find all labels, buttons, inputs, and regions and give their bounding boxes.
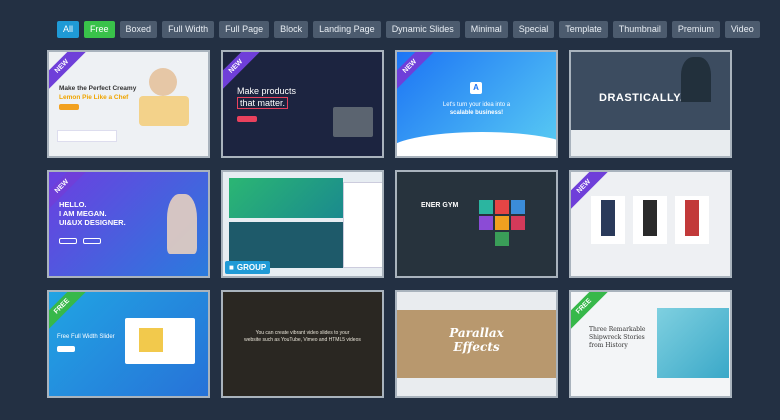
free-ribbon: FREE	[49, 292, 90, 335]
shipwreck-photo	[657, 308, 729, 378]
filter-boxed[interactable]: Boxed	[119, 21, 158, 38]
hero-preview	[229, 178, 343, 218]
card-heading: Parallax	[449, 326, 504, 340]
card-heading: Make the Perfect Creamy	[59, 85, 137, 92]
template-thumbnail: ■ GROUP	[223, 172, 382, 276]
card-heading: HELLO.	[59, 200, 87, 209]
filter-template[interactable]: Template	[559, 21, 608, 38]
template-card[interactable]: ENER GYM	[395, 170, 558, 278]
card-heading: Three Remarkable	[589, 326, 646, 333]
card-heading: DRASTICALLY.	[599, 92, 684, 104]
card-heading: UI&UX DESIGNER.	[59, 218, 126, 227]
filter-full-width[interactable]: Full Width	[162, 21, 215, 38]
card-heading: I AM MEGAN.	[59, 209, 107, 218]
wave-shape	[397, 132, 556, 156]
template-thumbnail: FREE Three Remarkable Shipwreck Stories …	[571, 292, 730, 396]
filter-full-page[interactable]: Full Page	[219, 21, 270, 38]
person-photo	[681, 57, 711, 102]
tile	[511, 200, 525, 214]
template-thumbnail: ENER GYM	[397, 172, 556, 276]
new-ribbon: NEW	[397, 52, 438, 95]
filter-all[interactable]: All	[57, 21, 80, 38]
app-logo-icon: A	[470, 82, 482, 94]
filter-dynamic-slides[interactable]: Dynamic Slides	[385, 21, 460, 38]
model-photo	[685, 200, 699, 236]
group-label: GROUP	[236, 263, 267, 272]
filter-free[interactable]: Free	[84, 21, 115, 38]
template-card[interactable]: NEW	[569, 170, 732, 278]
info-box	[57, 130, 117, 142]
template-card[interactable]: You can create vibrant video slides to y…	[221, 290, 384, 398]
filter-bar: All Free Boxed Full Width Full Page Bloc…	[57, 21, 760, 38]
template-card[interactable]: DRASTICALLY.	[569, 50, 732, 158]
card-heading: that matter.	[237, 97, 289, 109]
template-card[interactable]: NEW A Let's turn your idea into a scalab…	[395, 50, 558, 158]
card-heading: website such as YouTube, Vimeo and HTML5…	[244, 337, 361, 343]
card-heading: You can create vibrant video slides to y…	[255, 330, 350, 336]
tile	[495, 216, 509, 230]
card-button	[57, 346, 75, 352]
tile	[479, 200, 493, 214]
tile	[495, 200, 509, 214]
filter-premium[interactable]: Premium	[671, 21, 720, 38]
card-heading: Effects	[453, 340, 500, 354]
filter-special[interactable]: Special	[512, 21, 555, 38]
template-card[interactable]: NEW Make products that matter.	[221, 50, 384, 158]
card-button	[59, 238, 77, 244]
screen-content	[139, 328, 163, 352]
model-photo	[601, 200, 615, 236]
template-card[interactable]: ■ GROUP	[221, 170, 384, 278]
card-button	[83, 238, 101, 244]
filter-thumbnail[interactable]: Thumbnail	[612, 21, 667, 38]
template-thumbnail: NEW A Let's turn your idea into a scalab…	[397, 52, 556, 156]
filter-landing-page[interactable]: Landing Page	[313, 21, 381, 38]
filter-block[interactable]: Block	[274, 21, 309, 38]
template-thumbnail: NEW Make products that matter.	[223, 52, 382, 156]
template-card[interactable]: FREE Free Full Width Slider	[47, 290, 210, 398]
card-heading: Lemon Pie Like a Chef	[59, 94, 129, 101]
tile	[479, 216, 493, 230]
food-photo	[139, 96, 189, 126]
card-heading: ENER GYM	[421, 202, 459, 209]
card-heading: Make products	[237, 86, 297, 96]
page-preview	[343, 182, 382, 268]
template-card[interactable]: NEW HELLO. I AM MEGAN. UI&UX DESIGNER.	[47, 170, 210, 278]
card-heading: from History	[589, 342, 628, 349]
template-thumbnail: NEW	[571, 172, 730, 276]
filter-video[interactable]: Video	[724, 21, 760, 38]
template-thumbnail: You can create vibrant video slides to y…	[223, 292, 382, 396]
template-card[interactable]: NEW Make the Perfect Creamy Lemon Pie Li…	[47, 50, 210, 158]
card-button	[237, 116, 257, 122]
card-button	[59, 104, 79, 110]
tile	[511, 216, 525, 230]
chef-photo	[149, 68, 177, 96]
filter-minimal[interactable]: Minimal	[464, 21, 508, 38]
template-card[interactable]: Parallax Effects	[395, 290, 558, 398]
tile	[495, 232, 509, 246]
desk-area	[571, 130, 730, 156]
laptop-image	[333, 107, 373, 137]
card-heading: scalable business!	[449, 110, 504, 116]
card-heading: Free Full Width Slider	[57, 334, 115, 340]
card-heading: Let's turn your idea into a	[442, 102, 511, 108]
template-thumbnail: FREE Free Full Width Slider	[49, 292, 208, 396]
template-card[interactable]: FREE Three Remarkable Shipwreck Stories …	[569, 290, 732, 398]
template-thumbnail: DRASTICALLY.	[571, 52, 730, 156]
person-photo	[167, 194, 197, 254]
torn-paper-top	[397, 292, 556, 310]
torn-paper-bottom	[397, 378, 556, 396]
model-photo	[643, 200, 657, 236]
template-thumbnail: Parallax Effects	[397, 292, 556, 396]
card-heading: Shipwreck Stories	[589, 334, 645, 341]
folder-icon: ■	[229, 263, 234, 272]
template-thumbnail: NEW Make the Perfect Creamy Lemon Pie Li…	[49, 52, 208, 156]
template-thumbnail: NEW HELLO. I AM MEGAN. UI&UX DESIGNER.	[49, 172, 208, 276]
group-badge: ■ GROUP	[225, 261, 271, 274]
